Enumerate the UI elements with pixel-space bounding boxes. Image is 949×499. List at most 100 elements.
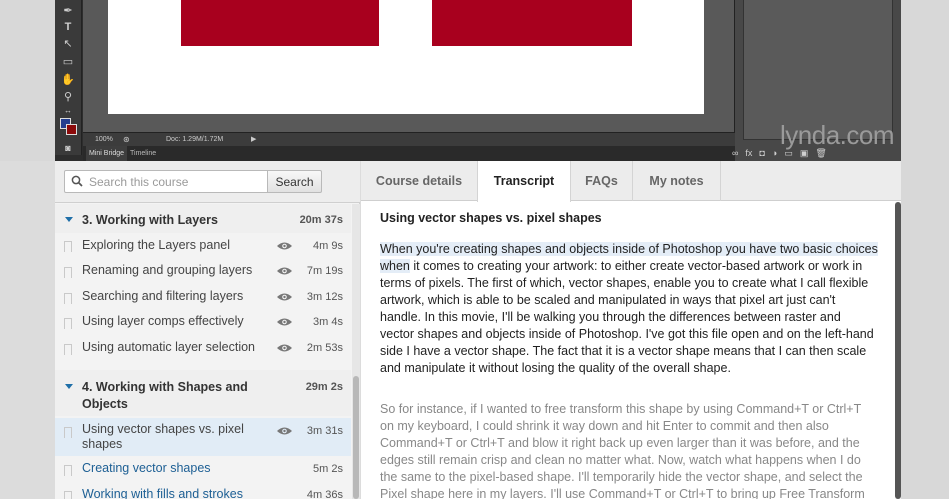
lynda-logo: lynda.com bbox=[780, 120, 895, 150]
bookmark-icon[interactable] bbox=[64, 293, 72, 304]
tab-timeline[interactable]: Timeline bbox=[130, 146, 156, 161]
movie-title[interactable]: Renaming and grouping layers bbox=[82, 263, 272, 278]
trash-icon: 🗑 bbox=[815, 148, 827, 158]
chapter-duration: 29m 2s bbox=[305, 381, 343, 393]
transcript-paragraph[interactable]: When you're creating shapes and objects … bbox=[380, 241, 878, 377]
background-color-swatch bbox=[66, 124, 77, 135]
viewed-eye-icon bbox=[277, 318, 292, 326]
chapter-header[interactable]: 4. Working with Shapes and Objects 29m 2… bbox=[55, 370, 351, 416]
viewed-eye-icon bbox=[277, 267, 292, 275]
transcript-panel: Using vector shapes vs. pixel shapes Whe… bbox=[361, 202, 893, 499]
movie-item[interactable]: Renaming and grouping layers 7m 19s bbox=[55, 259, 351, 284]
adjustment-icon: ◑ bbox=[771, 148, 778, 158]
viewed-eye-icon bbox=[277, 427, 292, 435]
new-layer-icon: ▣ bbox=[799, 148, 809, 158]
layers-panel-footer: ∞ fx ◘ ◑ ▭ ▣ 🗑 bbox=[732, 148, 834, 159]
type-tool-icon: T bbox=[64, 21, 72, 33]
search-button[interactable]: Search bbox=[267, 170, 322, 193]
tab-faqs[interactable]: FAQs bbox=[571, 161, 633, 201]
bottom-panel-tabs: Mini Bridge Timeline bbox=[83, 146, 735, 161]
bookmark-icon[interactable] bbox=[64, 427, 72, 438]
movie-item[interactable]: Exploring the Layers panel 4m 9s bbox=[55, 233, 351, 258]
movie-title[interactable]: Using automatic layer selection bbox=[82, 340, 272, 355]
rectangle-tool-icon: ▭ bbox=[62, 56, 74, 68]
bookmark-icon[interactable] bbox=[64, 241, 72, 252]
toc-scrollbar[interactable] bbox=[352, 204, 360, 499]
transcript-text[interactable]: it comes to creating your artwork: to ei… bbox=[380, 259, 874, 375]
search-input[interactable] bbox=[64, 170, 268, 193]
bookmark-icon[interactable] bbox=[64, 318, 72, 329]
layers-panel-body bbox=[743, 0, 893, 140]
search-bar: Search bbox=[55, 161, 360, 203]
movie-duration: 2m 53s bbox=[306, 342, 343, 354]
tab-mini-bridge[interactable]: Mini Bridge bbox=[86, 146, 128, 161]
video-player[interactable]: ✒ T ↖ ▭ ✋ ⚲ ↔ ◙ 100% ⊛ Doc: 1.29M/1.72M … bbox=[0, 0, 949, 161]
movie-title[interactable]: Using vector shapes vs. pixel shapes bbox=[82, 422, 252, 452]
hand-tool-icon: ✋ bbox=[61, 74, 75, 86]
viewed-eye-icon bbox=[277, 242, 292, 250]
mask-icon: ◘ bbox=[759, 148, 765, 158]
movie-item[interactable]: Creating vector shapes 5m 2s bbox=[55, 457, 351, 482]
tools-panel: ✒ T ↖ ▭ ✋ ⚲ ↔ ◙ bbox=[55, 0, 82, 155]
search-icon bbox=[71, 175, 83, 187]
chapter-title: 3. Working with Layers bbox=[82, 213, 218, 227]
page-gutter bbox=[901, 161, 949, 499]
movie-item[interactable]: Working with fills and strokes 4m 36s bbox=[55, 483, 351, 499]
transcript-paragraph[interactable]: So for instance, if I wanted to free tra… bbox=[380, 401, 878, 499]
movie-item[interactable]: Searching and filtering layers 3m 12s bbox=[55, 285, 351, 310]
status-options-icon: ⊛ bbox=[123, 135, 130, 144]
doc-info: Doc: 1.29M/1.72M bbox=[166, 136, 224, 143]
quick-mask-icon: ◙ bbox=[65, 143, 71, 153]
movie-title[interactable]: Exploring the Layers panel bbox=[82, 238, 272, 253]
movie-item[interactable]: Using automatic layer selection 2m 53s bbox=[55, 336, 351, 361]
movie-duration: 4m 36s bbox=[306, 489, 343, 499]
zoom-tool-icon: ⚲ bbox=[63, 91, 73, 103]
movie-title[interactable]: Searching and filtering layers bbox=[82, 289, 272, 304]
movie-title[interactable]: Creating vector shapes bbox=[82, 461, 272, 476]
movie-item[interactable]: Using layer comps effectively 3m 4s bbox=[55, 310, 351, 335]
fx-icon: fx bbox=[745, 148, 753, 158]
bookmark-icon[interactable] bbox=[64, 491, 72, 499]
viewed-eye-icon bbox=[277, 344, 292, 352]
link-icon: ∞ bbox=[732, 148, 739, 158]
zoom-level: 100% bbox=[95, 136, 113, 143]
status-bar: 100% ⊛ Doc: 1.29M/1.72M ▶ bbox=[83, 132, 735, 146]
content-panel: Course details Transcript FAQs My notes … bbox=[361, 161, 901, 499]
chapter-title: 4. Working with Shapes and Objects bbox=[82, 380, 248, 411]
transcript-title: Using vector shapes vs. pixel shapes bbox=[380, 211, 602, 225]
chevron-down-icon[interactable] bbox=[65, 384, 73, 389]
chevron-down-icon[interactable] bbox=[65, 217, 73, 222]
folder-icon: ▭ bbox=[784, 148, 793, 158]
tab-transcript[interactable]: Transcript bbox=[477, 161, 571, 202]
tab-course-details[interactable]: Course details bbox=[361, 161, 478, 201]
chapter-duration: 20m 37s bbox=[299, 214, 343, 226]
viewed-eye-icon bbox=[277, 293, 292, 301]
document-canvas bbox=[108, 0, 704, 114]
bookmark-icon[interactable] bbox=[64, 267, 72, 278]
path-selection-icon: ↖ bbox=[63, 38, 73, 50]
course-sidebar: Search 3. Working with Layers 20m 37s Ex… bbox=[55, 161, 360, 499]
movie-duration: 4m 9s bbox=[313, 240, 343, 252]
movie-duration: 7m 19s bbox=[306, 265, 343, 277]
table-of-contents: 3. Working with Layers 20m 37s Exploring… bbox=[55, 204, 351, 499]
status-arrow-icon: ▶ bbox=[251, 136, 257, 143]
chapter-header[interactable]: 3. Working with Layers 20m 37s bbox=[55, 204, 351, 233]
tab-my-notes[interactable]: My notes bbox=[633, 161, 721, 201]
pixel-shape-rectangle bbox=[432, 0, 632, 46]
movie-duration: 3m 4s bbox=[313, 316, 343, 328]
movie-duration: 3m 31s bbox=[306, 425, 343, 437]
movie-title[interactable]: Using layer comps effectively bbox=[82, 314, 272, 329]
toc-scrollbar-thumb[interactable] bbox=[353, 376, 359, 499]
bookmark-icon[interactable] bbox=[64, 344, 72, 355]
canvas-area bbox=[83, 0, 735, 132]
photoshop-window: ✒ T ↖ ▭ ✋ ⚲ ↔ ◙ 100% ⊛ Doc: 1.29M/1.72M … bbox=[55, 0, 901, 161]
vector-shape-rectangle bbox=[181, 0, 379, 46]
pen-tool-icon: ✒ bbox=[63, 5, 73, 17]
movie-duration: 5m 2s bbox=[313, 463, 343, 475]
swap-colors-icon: ↔ bbox=[64, 106, 72, 115]
movie-title[interactable]: Working with fills and strokes bbox=[82, 487, 272, 499]
movie-duration: 3m 12s bbox=[306, 291, 343, 303]
content-tabs: Course details Transcript FAQs My notes bbox=[361, 161, 901, 202]
movie-item-active[interactable]: Using vector shapes vs. pixel shapes 3m … bbox=[55, 418, 351, 456]
bookmark-icon[interactable] bbox=[64, 465, 72, 476]
